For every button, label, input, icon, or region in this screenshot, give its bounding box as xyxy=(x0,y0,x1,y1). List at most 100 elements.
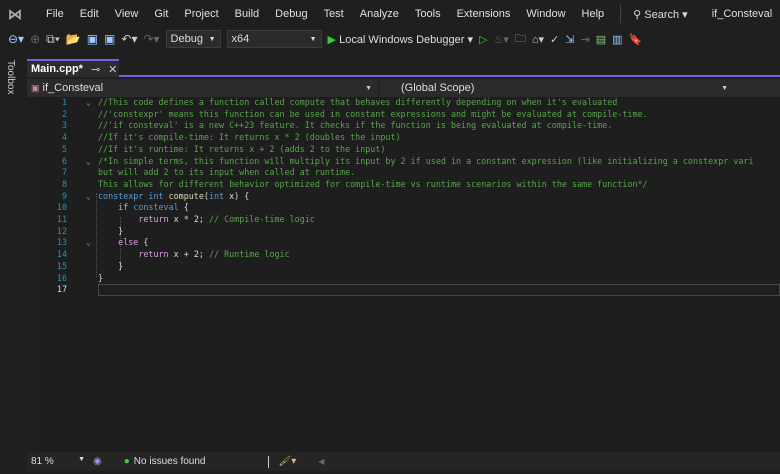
code-token: return xyxy=(138,249,169,260)
code-cleanup-icon[interactable]: 🖌▾ xyxy=(279,456,297,467)
line-number: 7 xyxy=(61,167,67,178)
zoom-dropdown[interactable]: 81 % ▼ xyxy=(27,456,85,467)
menu-project[interactable]: Project xyxy=(176,8,226,20)
code-line: 17 xyxy=(40,284,780,296)
search-button[interactable]: ⚲ Search ▾ xyxy=(633,8,688,21)
menu-bar: ⋈ File Edit View Git Project Build Debug Test An… xyxy=(0,0,780,28)
code-text: if consteval { xyxy=(98,202,189,214)
code-text: //'constexpr' means this function can be… xyxy=(98,109,648,121)
save-all-icon[interactable]: ▣ xyxy=(104,32,115,46)
menu-test[interactable]: Test xyxy=(316,8,352,20)
save-icon[interactable]: ▣ xyxy=(87,32,98,46)
scroll-left-icon[interactable]: ◀ xyxy=(318,457,324,466)
start-debugging-button[interactable]: ▶ Local Windows Debugger ▾ xyxy=(328,33,473,46)
code-line: 8 This allows for different behavior opti… xyxy=(40,179,780,191)
new-project-icon[interactable]: ⧉▾ xyxy=(46,32,60,47)
project-dropdown[interactable]: ▣ if_Consteval ▼ xyxy=(27,79,379,97)
code-line: 1 ⌄ //This code defines a function called … xyxy=(40,97,780,109)
solution-name: if_Consteval xyxy=(711,8,773,20)
menu-edit[interactable]: Edit xyxy=(72,8,107,20)
menu-help[interactable]: Help xyxy=(574,8,613,20)
menu-build[interactable]: Build xyxy=(227,8,267,20)
undo-icon[interactable]: ↶▾ xyxy=(121,32,137,46)
zoom-value: 81 % xyxy=(31,456,54,467)
bookmark-icon[interactable]: 🔖 xyxy=(629,33,643,46)
spell-check-icon[interactable]: ✓ xyxy=(550,33,559,46)
step-out-icon[interactable]: ⇥ xyxy=(580,33,589,46)
line-number: 4 xyxy=(61,132,67,143)
code-text: //'if consteval' is a new C++23 feature.… xyxy=(98,120,612,132)
code-token: compute xyxy=(168,190,204,201)
toolbox-panel[interactable]: Toolbox xyxy=(0,56,22,474)
menu-git[interactable]: Git xyxy=(146,8,176,20)
code-token: /*In simple terms, this function will mu… xyxy=(98,155,754,166)
fold-chevron-icon[interactable]: ⌄ xyxy=(86,191,91,203)
menu-extensions[interactable]: Extensions xyxy=(449,8,519,20)
line-number: 14 xyxy=(56,249,67,260)
line-number: 10 xyxy=(56,202,67,213)
code-text: /*In simple terms, this function will mu… xyxy=(98,156,753,168)
code-text: } xyxy=(98,226,123,238)
window-layout-icon[interactable]: ⌂▾ xyxy=(532,33,544,46)
platform-dropdown[interactable]: x64 ▼ xyxy=(226,30,322,48)
code-line: 9 ⌄ constexpr int compute(int x) { xyxy=(40,191,780,203)
check-icon: ● xyxy=(123,456,130,467)
menu-view[interactable]: View xyxy=(107,8,147,20)
close-icon[interactable]: ✕ xyxy=(108,63,117,76)
redo-icon[interactable]: ↷▾ xyxy=(143,32,159,46)
debugger-label: Local Windows Debugger xyxy=(339,33,465,46)
code-line: 2 //'constexpr' means this function can b… xyxy=(40,109,780,121)
tab-main-cpp[interactable]: Main.cpp* ⊸ ✕ xyxy=(27,59,119,77)
code-token: { xyxy=(178,202,189,213)
issues-status[interactable]: No issues found xyxy=(134,456,206,467)
editor-status-bar: 81 % ▼ ◉ ● No issues found 🖌▾ ◀ xyxy=(27,452,780,471)
open-folder-icon[interactable]: 📂 xyxy=(66,32,81,46)
uncomment-icon[interactable]: ▥ xyxy=(612,33,622,46)
forward-icon[interactable]: ⊕ xyxy=(30,32,40,46)
fold-chevron-icon[interactable]: ⌄ xyxy=(86,237,91,249)
code-line: 6 ⌄ /*In simple terms, this function will … xyxy=(40,156,780,168)
menu-analyze[interactable]: Analyze xyxy=(352,8,407,20)
scope-dropdown[interactable]: (Global Scope) ▼ xyxy=(379,79,734,97)
back-icon[interactable]: ⊖▾ xyxy=(8,32,24,46)
fold-chevron-icon[interactable]: ⌄ xyxy=(86,156,91,168)
code-editor[interactable]: 1 ⌄ //This code defines a function called … xyxy=(40,97,780,452)
code-text: constexpr int compute(int x) { xyxy=(98,191,249,203)
find-in-files-icon[interactable]: 🗀 xyxy=(515,30,526,49)
menu-file[interactable]: File xyxy=(38,8,72,20)
hot-reload-icon[interactable]: ♨▾ xyxy=(493,33,508,46)
step-icon[interactable]: ⇲ xyxy=(565,33,574,46)
code-token: int xyxy=(208,190,225,201)
code-token: } xyxy=(98,260,124,271)
start-without-debugging-icon[interactable]: ▷ xyxy=(479,33,487,46)
code-line: 13 ⌄ else { xyxy=(40,237,780,249)
line-number: 13 xyxy=(56,237,67,248)
code-token: x * 2; xyxy=(168,214,209,224)
divider xyxy=(620,5,622,23)
code-token: x + 2; xyxy=(168,249,209,260)
code-token: consteval xyxy=(128,202,179,213)
code-line: 5 //If it's runtime: It returns x + 2 (ad… xyxy=(40,144,780,156)
document-tabs: Main.cpp* ⊸ ✕ xyxy=(27,58,780,77)
configuration-dropdown[interactable]: Debug ▼ xyxy=(165,30,221,48)
visual-studio-logo-icon: ⋈ xyxy=(8,6,22,22)
comment-icon[interactable]: ▤ xyxy=(596,33,606,46)
fold-chevron-icon[interactable]: ⌄ xyxy=(86,97,91,109)
menu-window[interactable]: Window xyxy=(518,8,573,20)
copilot-icon[interactable]: ◉ xyxy=(93,456,102,467)
line-number: 15 xyxy=(56,260,67,271)
project-icon: ▣ xyxy=(31,82,40,93)
line-number: 2 xyxy=(61,108,67,119)
code-token: return xyxy=(138,214,169,224)
code-text: else { xyxy=(98,237,148,249)
pin-icon[interactable]: ⊸ xyxy=(91,63,100,76)
chevron-down-icon: ▼ xyxy=(721,84,728,92)
code-line: 11 return x * 2; // Compile-time logic xyxy=(40,214,780,226)
code-line: 7 but will add 2 to its input when called… xyxy=(40,167,780,179)
menu-tools[interactable]: Tools xyxy=(407,8,449,20)
code-token: } xyxy=(98,272,104,283)
menu-debug[interactable]: Debug xyxy=(267,8,315,20)
chevron-down-icon: ▼ xyxy=(365,84,372,92)
code-token: //This code defines a function called co… xyxy=(98,97,618,107)
